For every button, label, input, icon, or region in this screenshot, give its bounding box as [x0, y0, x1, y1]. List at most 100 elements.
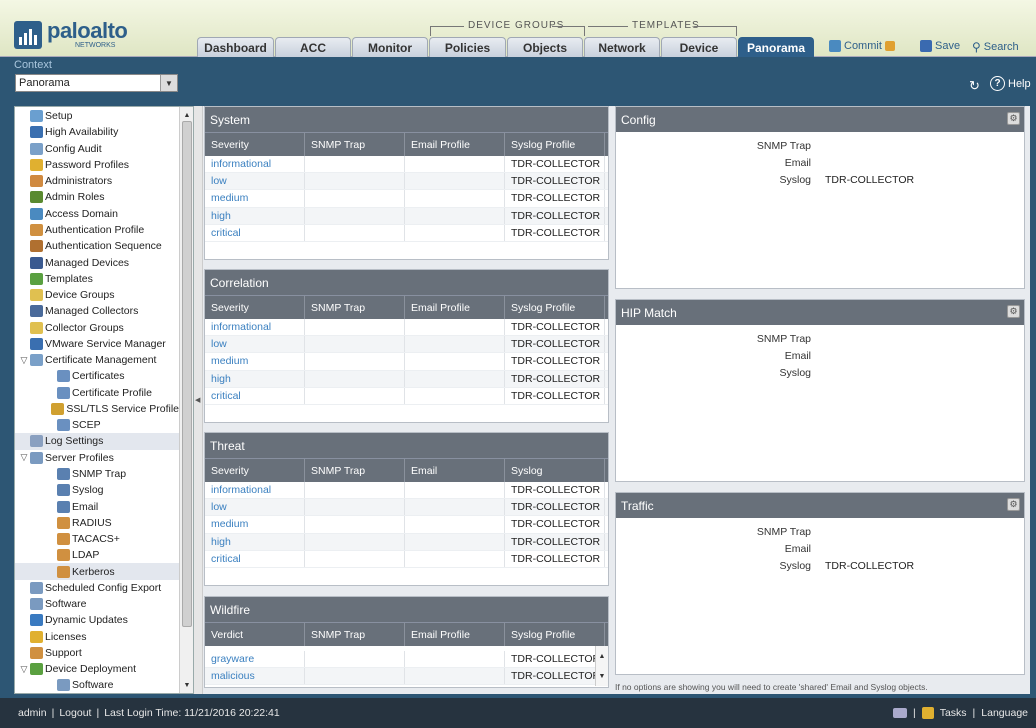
- sidebar-item-snmp-trap[interactable]: SNMP Trap: [15, 466, 179, 482]
- sidebar-item-support[interactable]: Support: [15, 645, 179, 661]
- table-row[interactable]: medium TDR-COLLECTOR: [205, 190, 608, 208]
- scroll-down-icon[interactable]: ▼: [596, 670, 608, 682]
- severity-link[interactable]: malicious: [205, 668, 305, 685]
- table-row[interactable]: critical TDR-COLLECTOR: [205, 550, 608, 568]
- tab-objects[interactable]: Objects: [507, 37, 583, 57]
- table-row[interactable]: low TDR-COLLECTOR: [205, 336, 608, 354]
- sidebar-item-scep[interactable]: SCEP: [15, 417, 179, 433]
- tab-monitor[interactable]: Monitor: [352, 37, 428, 57]
- sidebar-item-syslog[interactable]: Syslog: [15, 482, 179, 498]
- severity-link[interactable]: critical: [205, 387, 305, 404]
- sidebar-item-ldap[interactable]: LDAP: [15, 547, 179, 563]
- sidebar-item-collector-groups[interactable]: Collector Groups: [15, 319, 179, 335]
- tab-acc[interactable]: ACC: [275, 37, 351, 57]
- sidebar-item-software[interactable]: Software: [15, 596, 179, 612]
- sidebar-item-certificate-profile[interactable]: Certificate Profile: [15, 385, 179, 401]
- mail-icon[interactable]: [892, 708, 907, 718]
- table-row[interactable]: informational TDR-COLLECTOR: [205, 319, 608, 337]
- logout-link[interactable]: Logout: [59, 707, 91, 719]
- sidebar-item-certificates[interactable]: Certificates: [15, 368, 179, 384]
- expand-toggle-icon[interactable]: ▽: [18, 355, 30, 366]
- table-row[interactable]: informational TDR-COLLECTOR: [205, 482, 608, 500]
- severity-link[interactable]: high: [205, 533, 305, 550]
- sidebar-item-ssl-tls-service-profile[interactable]: SSL/TLS Service Profile: [15, 401, 179, 417]
- scroll-up-icon[interactable]: ▲: [180, 109, 194, 121]
- table-row[interactable]: informational TDR-COLLECTOR: [205, 156, 608, 174]
- tab-panorama[interactable]: Panorama: [738, 37, 814, 57]
- sidebar-item-kerberos[interactable]: Kerberos: [15, 563, 179, 580]
- table-row[interactable]: grayware TDR-COLLECTOR: [205, 651, 608, 669]
- sidebar-item-software[interactable]: Software: [15, 677, 179, 693]
- refresh-icon[interactable]: ↻: [969, 78, 980, 94]
- table-row[interactable]: medium TDR-COLLECTOR: [205, 516, 608, 534]
- sidebar-item-templates[interactable]: Templates: [15, 271, 179, 287]
- severity-link[interactable]: medium: [205, 353, 305, 370]
- sidebar-item-authentication-sequence[interactable]: Authentication Sequence: [15, 238, 179, 254]
- sidebar-item-administrators[interactable]: Administrators: [15, 173, 179, 189]
- footer-user[interactable]: admin: [18, 707, 47, 719]
- sidebar-item-certificate-management[interactable]: ▽ Certificate Management: [15, 352, 179, 368]
- tasks-link[interactable]: Tasks: [940, 707, 967, 719]
- expand-toggle-icon[interactable]: ▽: [18, 452, 30, 463]
- tab-policies[interactable]: Policies: [429, 37, 506, 57]
- gear-icon[interactable]: ⚙: [1007, 112, 1020, 125]
- sidebar-item-licenses[interactable]: Licenses: [15, 629, 179, 645]
- tab-device[interactable]: Device: [661, 37, 737, 57]
- sidebar-item-dynamic-updates[interactable]: Dynamic Updates: [15, 612, 179, 628]
- sidebar-item-admin-roles[interactable]: Admin Roles: [15, 189, 179, 205]
- severity-link[interactable]: informational: [205, 482, 305, 499]
- severity-link[interactable]: critical: [205, 550, 305, 567]
- sidebar-item-server-profiles[interactable]: ▽ Server Profiles: [15, 450, 179, 466]
- sidebar-item-scheduled-config-export[interactable]: Scheduled Config Export: [15, 580, 179, 596]
- severity-link[interactable]: informational: [205, 156, 305, 173]
- gear-icon[interactable]: ⚙: [1007, 305, 1020, 318]
- context-select[interactable]: Panorama ▼: [15, 74, 178, 92]
- severity-link[interactable]: low: [205, 173, 305, 190]
- sidebar-item-vmware-service-manager[interactable]: VMware Service Manager: [15, 336, 179, 352]
- table-row[interactable]: critical TDR-COLLECTOR: [205, 387, 608, 405]
- chevron-down-icon[interactable]: ▼: [160, 75, 177, 91]
- sidebar-item-managed-collectors[interactable]: Managed Collectors: [15, 303, 179, 319]
- sidebar-item-password-profiles[interactable]: Password Profiles: [15, 157, 179, 173]
- table-row[interactable]: high TDR-COLLECTOR: [205, 207, 608, 225]
- sidebar-item-device-groups[interactable]: Device Groups: [15, 287, 179, 303]
- table-row[interactable]: medium TDR-COLLECTOR: [205, 353, 608, 371]
- sidebar-item-device-deployment[interactable]: ▽ Device Deployment: [15, 661, 179, 677]
- collapse-arrow-icon[interactable]: ◀: [195, 396, 200, 404]
- severity-link[interactable]: low: [205, 336, 305, 353]
- severity-link[interactable]: high: [205, 207, 305, 224]
- save-button[interactable]: Save: [920, 40, 960, 52]
- severity-link[interactable]: low: [205, 499, 305, 516]
- sidebar-item-tacacs-[interactable]: TACACS+: [15, 531, 179, 547]
- tab-dashboard[interactable]: Dashboard: [197, 37, 274, 57]
- tab-network[interactable]: Network: [584, 37, 660, 57]
- table-row[interactable]: malicious TDR-COLLECTOR: [205, 668, 608, 686]
- scroll-up-icon[interactable]: ▲: [596, 650, 608, 662]
- severity-link[interactable]: grayware: [205, 651, 305, 668]
- table-row[interactable]: low TDR-COLLECTOR: [205, 173, 608, 191]
- gear-icon[interactable]: ⚙: [1007, 498, 1020, 511]
- expand-toggle-icon[interactable]: ▽: [18, 664, 30, 675]
- sidebar-item-access-domain[interactable]: Access Domain: [15, 206, 179, 222]
- sidebar-item-setup[interactable]: Setup: [15, 108, 179, 124]
- sidebar-item-log-settings[interactable]: Log Settings: [15, 433, 179, 450]
- table-row[interactable]: low TDR-COLLECTOR: [205, 499, 608, 517]
- sidebar-scrollbar[interactable]: ▲ ▼: [179, 107, 193, 693]
- severity-link[interactable]: medium: [205, 190, 305, 207]
- help-button[interactable]: ? Help: [990, 76, 1031, 91]
- severity-link[interactable]: critical: [205, 224, 305, 241]
- severity-link[interactable]: high: [205, 370, 305, 387]
- sidebar-item-high-availability[interactable]: High Availability: [15, 124, 179, 140]
- sidebar-item-radius[interactable]: RADIUS: [15, 515, 179, 531]
- sidebar-item-email[interactable]: Email: [15, 498, 179, 514]
- language-link[interactable]: Language: [981, 707, 1028, 719]
- scroll-down-icon[interactable]: ▼: [180, 679, 194, 691]
- sidebar-collapse-bar[interactable]: ◀: [194, 106, 203, 694]
- commit-button[interactable]: Commit: [829, 40, 895, 52]
- scroll-thumb[interactable]: [182, 121, 192, 627]
- wildfire-scrollbar[interactable]: ▲ ▼: [595, 646, 608, 686]
- table-row[interactable]: high TDR-COLLECTOR: [205, 533, 608, 551]
- sidebar-item-managed-devices[interactable]: Managed Devices: [15, 254, 179, 270]
- table-row[interactable]: high TDR-COLLECTOR: [205, 370, 608, 388]
- severity-link[interactable]: informational: [205, 319, 305, 336]
